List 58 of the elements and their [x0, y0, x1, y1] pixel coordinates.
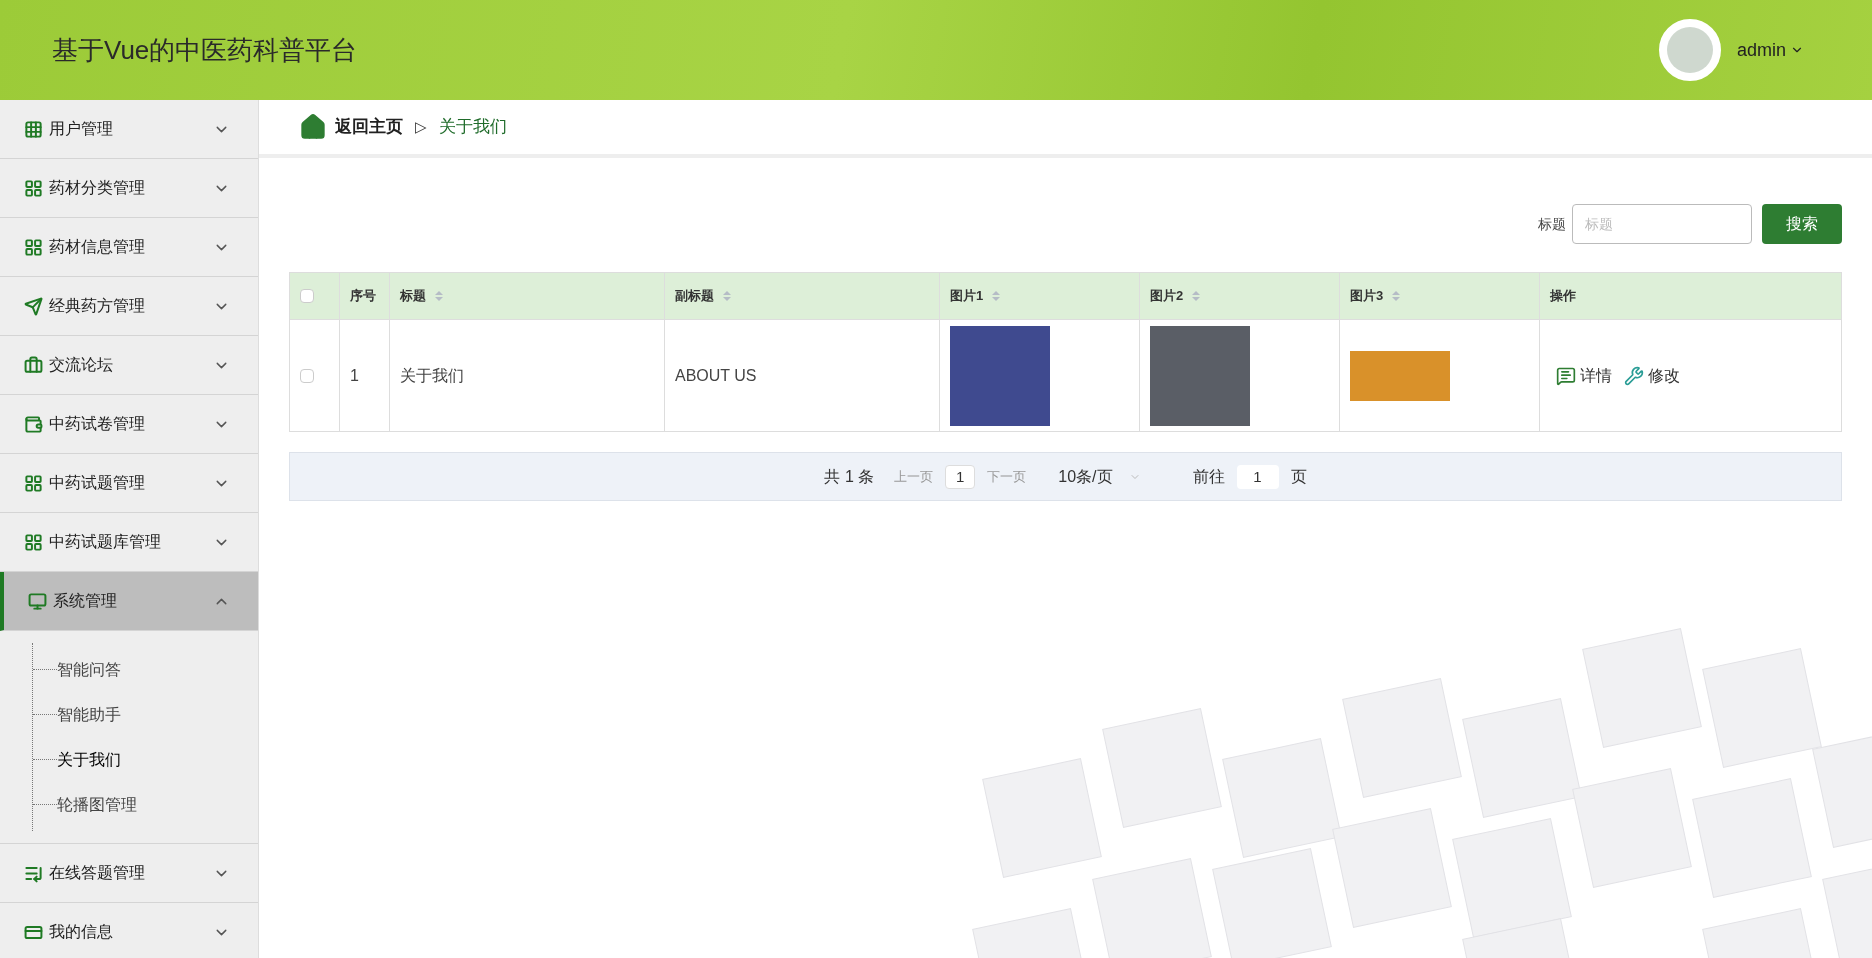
user-menu[interactable]: admin — [1736, 36, 1804, 64]
submenu-item[interactable]: 智能助手 — [57, 702, 121, 727]
monitor-icon — [28, 591, 47, 611]
edit-button[interactable]: 修改 — [1624, 363, 1680, 388]
total-count: 共 1 条 — [824, 466, 875, 487]
sort-icon — [434, 289, 444, 303]
page-size-select[interactable]: 10条/页 — [1058, 464, 1141, 489]
sidebar-item[interactable]: 药材分类管理 — [0, 159, 258, 218]
column-header[interactable]: 副标题 — [675, 286, 714, 306]
checkbox[interactable] — [300, 368, 314, 383]
home-link[interactable]: 返回主页 — [335, 114, 403, 140]
submenu-item[interactable]: 关于我们 — [57, 747, 121, 772]
grid-icon — [24, 473, 43, 493]
column-header: 操作 — [1550, 287, 1576, 306]
details-button[interactable]: 详情 — [1556, 363, 1612, 388]
briefcase-icon — [24, 355, 43, 375]
column-header[interactable]: 图片2 — [1150, 286, 1184, 306]
table-cell-text: 1 — [350, 365, 359, 386]
sort-icon — [1391, 289, 1402, 303]
submenu-item[interactable]: 智能问答 — [57, 657, 121, 682]
column-header[interactable]: 图片1 — [950, 286, 984, 306]
sidebar-item[interactable]: 药材信息管理 — [0, 218, 258, 277]
sidebar-item[interactable]: 交流论坛 — [0, 336, 258, 395]
sidebar-item[interactable]: 中药试卷管理 — [0, 395, 258, 454]
grid-icon — [24, 119, 43, 139]
page-number[interactable]: 1 — [945, 464, 976, 489]
checkbox[interactable] — [300, 289, 314, 303]
search-field[interactable]: 标题 — [1572, 204, 1752, 244]
goto-label: 前往 — [1192, 466, 1225, 487]
sort-icon — [722, 289, 732, 303]
submenu-item[interactable]: 轮播图管理 — [57, 792, 137, 817]
app-title: 基于Vue的中医药科普平台 — [52, 33, 358, 67]
table-cell-text: 关于我们 — [400, 365, 464, 386]
goto-page-field[interactable]: 1 — [1236, 464, 1279, 489]
sidebar-item[interactable]: 我的信息 — [0, 903, 258, 958]
goto-suffix: 页 — [1290, 466, 1307, 487]
sidebar-item[interactable]: 在线答题管理 — [0, 844, 258, 903]
grid-icon — [24, 237, 43, 257]
wallet-icon — [24, 414, 43, 434]
sidebar-item[interactable]: 系统管理 — [0, 572, 258, 631]
column-header: 序号 — [350, 287, 376, 306]
search-button[interactable]: 搜索 — [1762, 204, 1842, 244]
home-icon — [299, 113, 327, 141]
sidebar-item[interactable]: 经典药方管理 — [0, 277, 258, 336]
breadcrumb-separator: ▷ — [415, 116, 427, 137]
sidebar-item[interactable]: 中药试题管理 — [0, 454, 258, 513]
paper-plane-icon — [24, 296, 43, 316]
grid-icon — [24, 178, 43, 198]
column-header[interactable]: 图片3 — [1350, 286, 1384, 306]
table-cell-text: ABOUT US — [675, 365, 757, 386]
grid-icon — [24, 532, 43, 552]
sort-icon — [991, 289, 1002, 303]
sidebar-item[interactable]: 用户管理 — [0, 100, 258, 159]
column-header[interactable]: 标题 — [400, 286, 426, 306]
search-label: 标题 — [1538, 214, 1566, 234]
sort-icon — [1191, 289, 1202, 303]
wrench-icon — [1624, 365, 1644, 386]
breadcrumb-current: 关于我们 — [439, 116, 507, 139]
